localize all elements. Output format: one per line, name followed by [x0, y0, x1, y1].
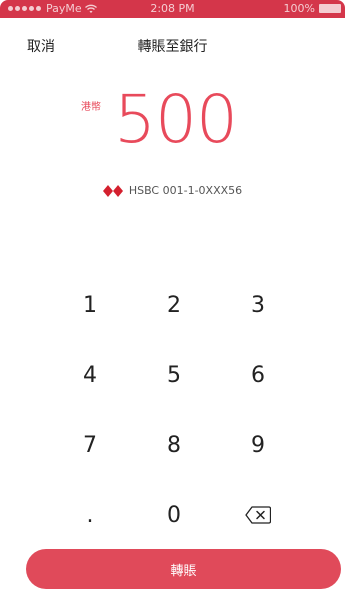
key-0[interactable]: 0	[132, 480, 216, 550]
transfer-screen: PayMe 2:08 PM 100% 取消 轉賬至銀行 港幣 500 HSBC …	[0, 0, 345, 593]
battery-percent: 100%	[283, 2, 315, 15]
number-keypad: 1 2 3 4 5 6 7 8 9 . 0	[48, 270, 300, 550]
key-1[interactable]: 1	[48, 270, 132, 340]
hsbc-logo-icon	[102, 184, 123, 197]
status-bar: PayMe 2:08 PM 100%	[0, 0, 345, 18]
currency-label: 港幣	[81, 102, 101, 113]
key-4[interactable]: 4	[48, 340, 132, 410]
key-2[interactable]: 2	[132, 270, 216, 340]
key-7[interactable]: 7	[48, 410, 132, 480]
key-9[interactable]: 9	[216, 410, 300, 480]
bank-account: HSBC 001-1-0XXX56	[0, 184, 345, 197]
delete-key[interactable]	[216, 480, 300, 550]
key-decimal[interactable]: .	[48, 480, 132, 550]
key-5[interactable]: 5	[132, 340, 216, 410]
page-title: 轉賬至銀行	[137, 39, 208, 55]
key-3[interactable]: 3	[216, 270, 300, 340]
battery-icon	[319, 4, 341, 13]
amount-value: 500	[114, 81, 238, 158]
backspace-icon	[245, 506, 271, 524]
transfer-button[interactable]: 轉賬	[26, 549, 341, 589]
key-6[interactable]: 6	[216, 340, 300, 410]
nav-bar: 取消 轉賬至銀行	[0, 28, 345, 60]
key-8[interactable]: 8	[132, 410, 216, 480]
account-label: HSBC 001-1-0XXX56	[128, 184, 243, 197]
amount-display: 港幣 500	[0, 81, 345, 168]
status-right: 100%	[284, 2, 341, 15]
